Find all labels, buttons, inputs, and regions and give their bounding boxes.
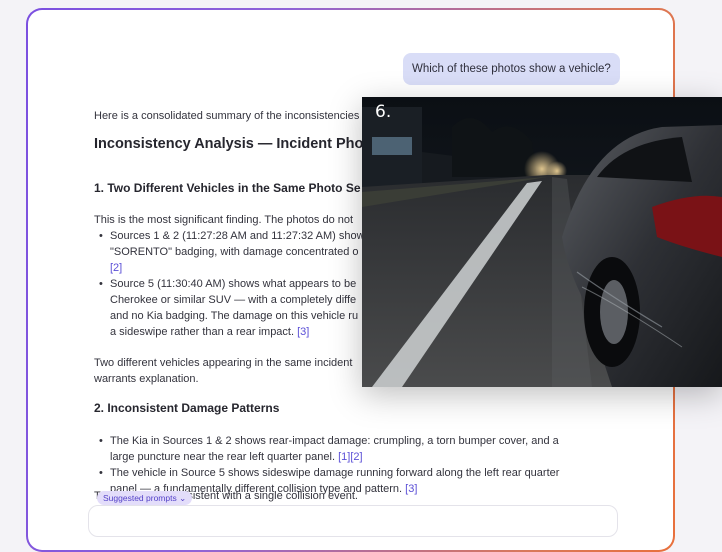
chevron-down-icon: ⌄ <box>179 493 187 503</box>
citation-link[interactable]: [2] <box>110 262 122 274</box>
photo-index-label: 6. <box>375 102 392 122</box>
citation-link[interactable]: [3] <box>405 483 417 495</box>
section2-heading: 2. Inconsistent Damage Patterns <box>94 401 280 415</box>
section1-heading: 1. Two Different Vehicles in the Same Ph… <box>94 181 361 195</box>
response-title: Inconsistency Analysis — Incident Phot <box>94 136 369 152</box>
user-message-bubble: Which of these photos show a vehicle? <box>403 53 620 85</box>
citation-link[interactable]: [3] <box>297 326 309 338</box>
section2-list: The Kia in Sources 1 & 2 shows rear-impa… <box>94 433 574 497</box>
photo-preview[interactable]: 6. <box>362 97 722 387</box>
response-intro: Here is a consolidated summary of the in… <box>94 110 360 122</box>
night-street-vehicle-photo <box>362 97 722 387</box>
citation-link[interactable]: [1][2] <box>338 451 362 463</box>
suggested-prompts-button[interactable]: Suggested prompts ⌄ <box>97 491 193 505</box>
list-item: The Kia in Sources 1 & 2 shows rear-impa… <box>94 433 574 465</box>
